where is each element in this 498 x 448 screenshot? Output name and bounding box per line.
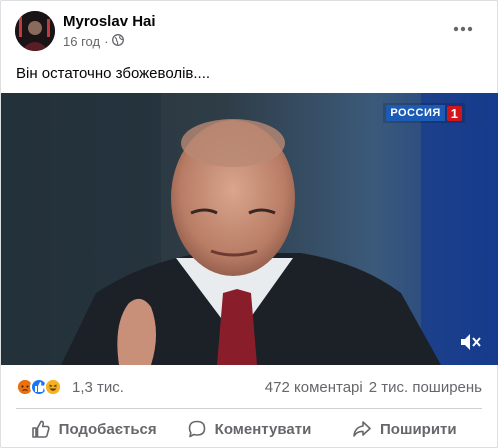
post-meta: 16 год · <box>63 34 125 49</box>
divider <box>16 408 482 409</box>
author-name[interactable]: Myroslav Hai <box>63 13 156 30</box>
shares-count[interactable]: 2 тис. поширень <box>369 379 482 396</box>
like-button[interactable]: Подобається <box>16 412 171 446</box>
comments-count[interactable]: 472 коментарі <box>265 379 363 396</box>
comment-icon <box>188 420 205 438</box>
like-label: Подобається <box>58 420 157 438</box>
reactions-bar: 1,3 тис. 472 коментарі 2 тис. поширень <box>16 375 482 399</box>
share-button[interactable]: Поширити <box>327 412 482 446</box>
post-card: Myroslav Hai 16 год · Він остаточно збож… <box>0 0 498 448</box>
thumbs-up-icon <box>31 420 50 438</box>
post-header: Myroslav Hai 16 год · <box>15 11 483 53</box>
author-avatar[interactable] <box>15 11 55 51</box>
channel-logo-text: РОССИЯ <box>386 105 445 121</box>
reaction-icons[interactable] <box>16 378 62 396</box>
more-icon <box>453 26 473 32</box>
channel-logo: РОССИЯ 1 <box>383 103 465 123</box>
channel-logo-number: 1 <box>446 105 462 121</box>
share-label: Поширити <box>380 420 457 438</box>
reaction-count[interactable]: 1,3 тис. <box>72 379 124 396</box>
meta-separator: · <box>104 34 109 49</box>
speaker-muted-icon <box>461 334 481 350</box>
post-stats: 472 коментарі 2 тис. поширень <box>265 379 482 396</box>
globe-icon[interactable] <box>112 34 125 49</box>
video-frame <box>1 93 498 365</box>
comment-button[interactable]: Коментувати <box>171 412 326 446</box>
video-player[interactable]: РОССИЯ 1 <box>1 93 498 365</box>
post-text: Він остаточно збожеволів.... <box>16 65 211 82</box>
haha-icon <box>44 378 62 396</box>
post-actions: Подобається Коментувати Поширити <box>16 411 482 447</box>
more-options-button[interactable] <box>447 15 479 43</box>
share-icon <box>353 421 371 437</box>
comment-label: Коментувати <box>214 420 312 438</box>
post-time[interactable]: 16 год <box>63 34 100 49</box>
mute-button[interactable] <box>459 331 483 353</box>
